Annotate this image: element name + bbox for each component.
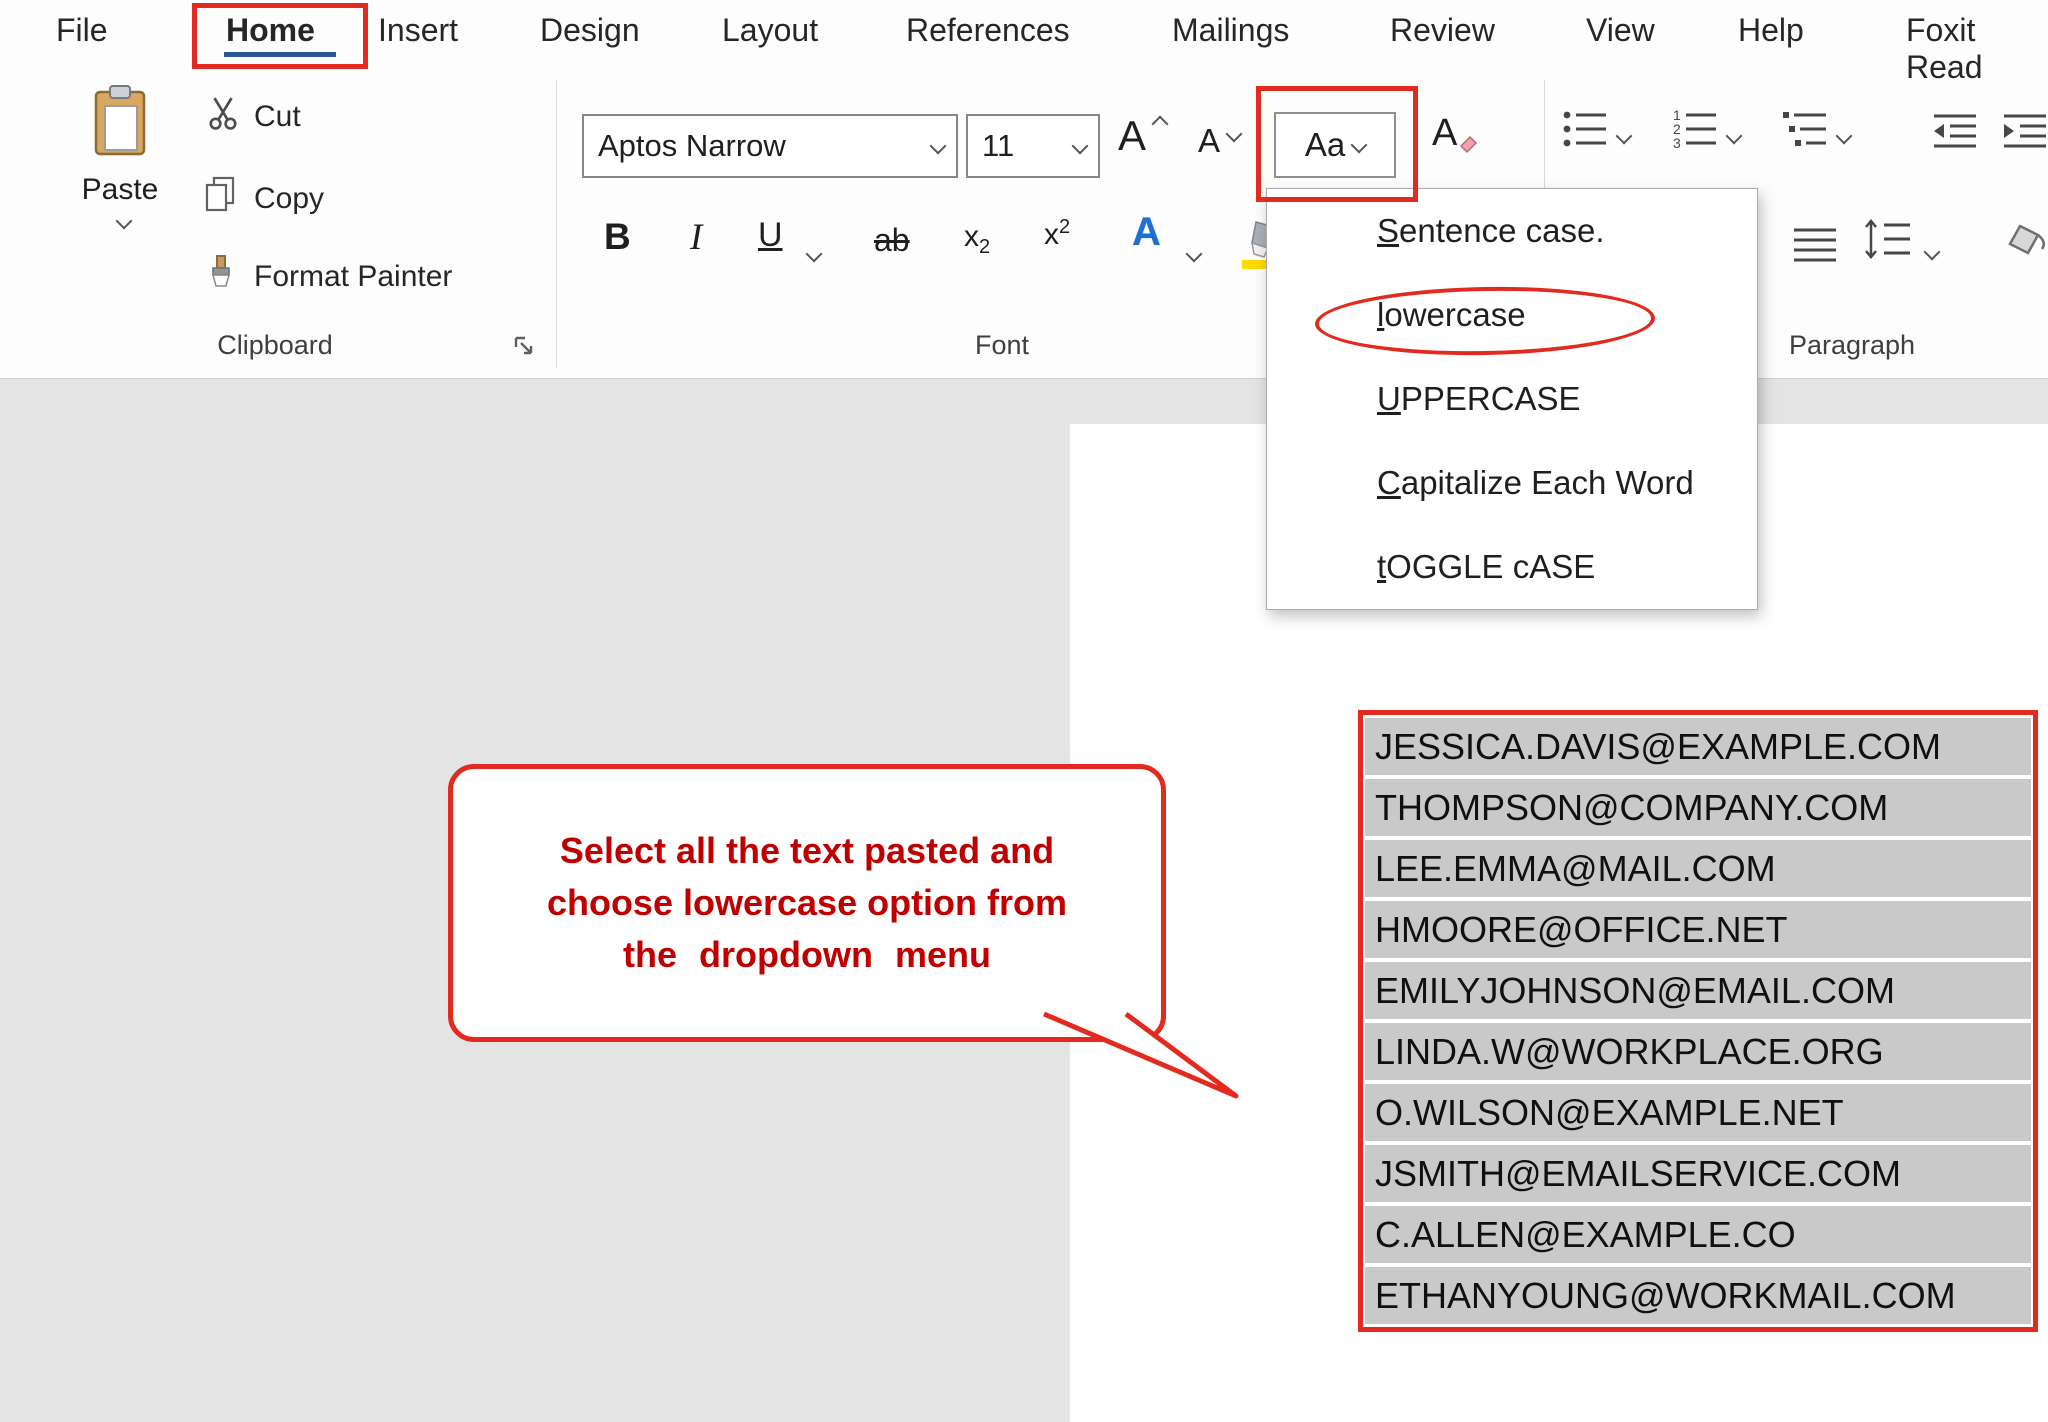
multilevel-list-icon[interactable] bbox=[1782, 106, 1828, 157]
caret-down-icon bbox=[1226, 126, 1243, 143]
shrink-font-button[interactable]: A bbox=[1198, 122, 1240, 160]
email-line[interactable]: O.WILSON@EXAMPLE.NET bbox=[1365, 1084, 2031, 1141]
annotation-box-email-list: JESSICA.DAVIS@EXAMPLE.COM THOMPSON@COMPA… bbox=[1358, 710, 2038, 1332]
change-case-dropdown: Sentence case. lowercase UPPERCASE Capit… bbox=[1266, 188, 1758, 610]
format-painter-button[interactable]: Format Painter bbox=[254, 260, 452, 294]
active-tab-indicator bbox=[224, 52, 336, 57]
clipboard-paste-icon bbox=[90, 84, 150, 163]
chevron-down-icon[interactable] bbox=[1062, 116, 1098, 176]
cut-button[interactable]: Cut bbox=[254, 100, 301, 134]
change-case-button[interactable]: Aa bbox=[1274, 112, 1396, 178]
callout-text-line: the dropdown menu bbox=[453, 929, 1161, 981]
menu-item-toggle-case[interactable]: tOGGLE cASE bbox=[1267, 525, 1757, 609]
font-size-combobox[interactable]: 11 bbox=[966, 114, 1100, 178]
strikethrough-button[interactable]: ab bbox=[874, 222, 910, 259]
copy-icon bbox=[204, 176, 236, 219]
text-effects-button[interactable]: A bbox=[1132, 210, 1161, 255]
paste-label: Paste bbox=[82, 173, 159, 207]
tab-home[interactable]: Home bbox=[226, 12, 315, 49]
decrease-indent-icon[interactable] bbox=[1932, 110, 1980, 161]
font-name-combobox[interactable]: Aptos Narrow bbox=[582, 114, 958, 178]
tab-help[interactable]: Help bbox=[1738, 12, 1804, 49]
svg-text:3: 3 bbox=[1673, 135, 1681, 151]
clipboard-group-label: Clipboard bbox=[60, 330, 490, 361]
eraser-icon bbox=[1457, 132, 1479, 149]
underline-button[interactable]: U bbox=[758, 216, 783, 255]
menu-item-capitalize-each-word[interactable]: Capitalize Each Word bbox=[1267, 441, 1757, 525]
italic-button[interactable]: I bbox=[690, 216, 702, 259]
email-line[interactable]: C.ALLEN@EXAMPLE.CO bbox=[1365, 1206, 2031, 1263]
bold-button[interactable]: B bbox=[604, 216, 631, 258]
copy-button[interactable]: Copy bbox=[254, 182, 324, 216]
shrink-font-label: A bbox=[1198, 122, 1220, 159]
email-line[interactable]: LEE.EMMA@MAIL.COM bbox=[1365, 840, 2031, 897]
tab-insert[interactable]: Insert bbox=[378, 12, 458, 49]
justify-icon[interactable] bbox=[1792, 222, 1838, 273]
bullet-list-icon[interactable] bbox=[1562, 106, 1608, 157]
email-line[interactable]: JSMITH@EMAILSERVICE.COM bbox=[1365, 1145, 2031, 1202]
font-size-value: 11 bbox=[968, 128, 1062, 164]
tab-layout[interactable]: Layout bbox=[722, 12, 818, 49]
menu-item-uppercase[interactable]: UPPERCASE bbox=[1267, 357, 1757, 441]
paste-button[interactable]: Paste bbox=[64, 84, 176, 302]
clear-formatting-button[interactable]: A bbox=[1432, 112, 1479, 155]
caret-up-icon bbox=[1152, 116, 1169, 133]
tab-file[interactable]: File bbox=[56, 12, 108, 49]
superscript-button[interactable]: x2 bbox=[1044, 216, 1070, 252]
tab-design[interactable]: Design bbox=[540, 12, 640, 49]
numbered-list-icon[interactable]: 1 2 3 bbox=[1672, 106, 1718, 157]
callout-text-line: Select all the text pasted and bbox=[453, 825, 1161, 877]
menu-item-sentence-case[interactable]: Sentence case. bbox=[1267, 189, 1757, 273]
line-spacing-icon[interactable] bbox=[1862, 216, 1912, 271]
email-line[interactable]: JESSICA.DAVIS@EXAMPLE.COM bbox=[1365, 718, 2031, 775]
shading-bucket-icon[interactable] bbox=[2004, 220, 2048, 273]
email-line[interactable]: LINDA.W@WORKPLACE.ORG bbox=[1365, 1023, 2031, 1080]
chevron-down-icon[interactable] bbox=[920, 116, 956, 176]
tab-references[interactable]: References bbox=[906, 12, 1070, 49]
format-painter-icon bbox=[204, 254, 238, 293]
font-name-value: Aptos Narrow bbox=[584, 128, 920, 164]
group-divider bbox=[556, 80, 557, 368]
email-line[interactable]: THOMPSON@COMPANY.COM bbox=[1365, 779, 2031, 836]
email-line[interactable]: HMOORE@OFFICE.NET bbox=[1365, 901, 2031, 958]
grow-font-button[interactable]: A bbox=[1118, 112, 1166, 160]
word-window: File Home Insert Design Layout Reference… bbox=[0, 0, 2048, 1422]
tab-foxit[interactable]: Foxit Read bbox=[1906, 12, 2048, 86]
increase-indent-icon[interactable] bbox=[2002, 110, 2048, 161]
grow-font-label: A bbox=[1118, 112, 1146, 159]
chevron-down-icon bbox=[1351, 137, 1368, 154]
tab-review[interactable]: Review bbox=[1390, 12, 1495, 49]
change-case-label: Aa bbox=[1305, 126, 1345, 164]
subscript-button[interactable]: x2 bbox=[964, 220, 990, 259]
scissors-icon bbox=[206, 96, 240, 135]
chevron-down-icon bbox=[116, 213, 133, 230]
clear-formatting-label: A bbox=[1432, 112, 1457, 154]
email-line[interactable]: EMILYJOHNSON@EMAIL.COM bbox=[1365, 962, 2031, 1019]
email-line[interactable]: ETHANYOUNG@WORKMAIL.COM bbox=[1365, 1267, 2031, 1324]
tab-view[interactable]: View bbox=[1586, 12, 1655, 49]
tab-mailings[interactable]: Mailings bbox=[1172, 12, 1289, 49]
menu-item-lowercase[interactable]: lowercase bbox=[1267, 273, 1757, 357]
dialog-launcher-icon[interactable] bbox=[512, 334, 536, 363]
annotation-callout: Select all the text pasted and choose lo… bbox=[448, 764, 1166, 1042]
callout-text-line: choose lowercase option from bbox=[453, 877, 1161, 929]
